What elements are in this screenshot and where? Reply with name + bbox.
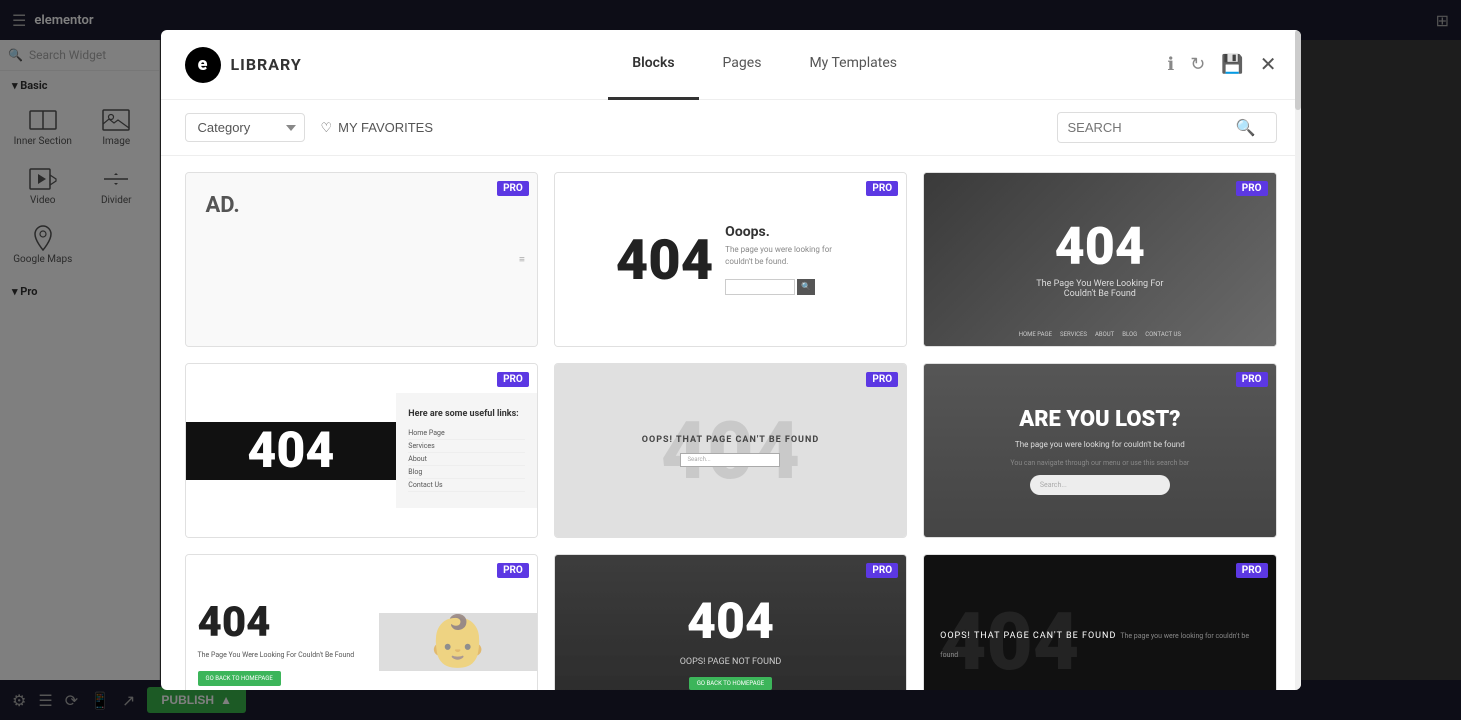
modal-logo: e: [185, 47, 221, 83]
modal-body: Category All 404 About Blog Contact ♡ MY…: [161, 100, 1301, 690]
card7-left: 404 The Page You Were Looking For Couldn…: [186, 582, 379, 691]
card-preview-1: AD. ≡: [186, 173, 537, 346]
library-title: LIBRARY: [231, 55, 302, 74]
card7-number: 404: [198, 598, 367, 647]
card5-content: OOPS! THAT PAGE CAN'T BE FOUND Search...: [642, 435, 819, 467]
card-preview-2: 404 Ooops. The page you were looking for…: [555, 173, 906, 346]
templates-grid: PRO AD. ≡ PRO 404 Ooops. The page you we…: [161, 156, 1301, 690]
modal-header: e LIBRARY Blocks Pages My Templates ℹ ↻ …: [161, 30, 1301, 100]
card4-right: Here are some useful links: Home Page Se…: [396, 393, 537, 508]
close-modal-button[interactable]: ✕: [1260, 55, 1277, 75]
card-preview-3: 404 The Page You Were Looking ForCouldn'…: [924, 173, 1275, 346]
card2-title: Ooops.: [725, 224, 845, 240]
search-box[interactable]: 🔍: [1057, 112, 1277, 143]
ad-icon: ≡: [519, 254, 525, 265]
ad-text: AD.: [206, 193, 240, 218]
card2-search: 🔍: [725, 279, 845, 295]
refresh-icon[interactable]: ↻: [1190, 54, 1205, 75]
card4-left: 404: [186, 422, 397, 480]
heart-icon: ♡: [321, 120, 333, 136]
card4-link-5: Contact Us: [408, 479, 525, 492]
card8-button: GO BACK TO HOMEPAGE: [689, 677, 772, 690]
card-preview-8: 404 OOPS! PAGE NOT FOUND GO BACK TO HOME…: [555, 555, 906, 690]
pro-badge-4: PRO: [497, 372, 529, 387]
card3-number: 404: [1055, 221, 1145, 273]
card7-title: The Page You Were Looking For Couldn't B…: [198, 651, 367, 659]
card7-button: GO BACK TO HOMEPAGE: [198, 671, 281, 686]
card4-number: 404: [247, 422, 334, 480]
card-preview-9: 404 OOPS! THAT PAGE CAN'T BE FOUND The p…: [924, 555, 1275, 690]
card2-input: [725, 279, 795, 295]
pro-badge-9: PRO: [1236, 563, 1268, 578]
template-card-9[interactable]: PRO 404 OOPS! THAT PAGE CAN'T BE FOUND T…: [923, 554, 1276, 690]
card7-image: 👶: [379, 613, 537, 671]
template-card-2[interactable]: PRO 404 Ooops. The page you were looking…: [554, 172, 907, 347]
info-icon[interactable]: ℹ: [1167, 54, 1174, 75]
card2-btn: 🔍: [797, 279, 815, 295]
card6-search: Search...: [1030, 475, 1170, 495]
template-card-6[interactable]: PRO ARE YOU LOST? The page you were look…: [923, 363, 1276, 538]
tab-pages[interactable]: Pages: [699, 30, 786, 100]
card8-title: OOPS! PAGE NOT FOUND: [680, 657, 782, 667]
pro-badge-2: PRO: [866, 181, 898, 196]
modal-scrollbar[interactable]: [1295, 30, 1301, 690]
favorites-label: MY FAVORITES: [338, 120, 433, 135]
category-select[interactable]: Category All 404 About Blog Contact: [185, 113, 305, 142]
scrollbar-thumb: [1295, 30, 1301, 110]
card4-link-3: About: [408, 453, 525, 466]
template-card-8[interactable]: PRO 404 OOPS! PAGE NOT FOUND GO BACK TO …: [554, 554, 907, 690]
modal-tabs: Blocks Pages My Templates: [362, 30, 1168, 100]
pro-badge-8: PRO: [866, 563, 898, 578]
card9-content: OOPS! THAT PAGE CAN'T BE FOUND The page …: [940, 623, 1259, 661]
search-input[interactable]: [1068, 120, 1228, 135]
card6-nav-hint: You can navigate through our menu or use…: [1010, 459, 1189, 467]
card5-search: Search...: [680, 453, 780, 467]
favorites-button[interactable]: ♡ MY FAVORITES: [321, 120, 434, 136]
modal-header-actions: ℹ ↻ 💾 ✕: [1167, 54, 1276, 75]
card-preview-6: ARE YOU LOST? The page you were looking …: [924, 364, 1275, 537]
card2-number: 404: [616, 232, 713, 288]
pro-badge-5: PRO: [866, 372, 898, 387]
library-modal: e LIBRARY Blocks Pages My Templates ℹ ↻ …: [161, 30, 1301, 690]
card6-sub: The page you were looking for couldn't b…: [1015, 440, 1185, 449]
card3-subtitle: The Page You Were Looking ForCouldn't Be…: [1036, 279, 1163, 299]
search-icon: 🔍: [1236, 118, 1256, 137]
pro-badge-1: PRO: [497, 181, 529, 196]
pro-badge-6: PRO: [1236, 372, 1268, 387]
card-preview-7: 404 The Page You Were Looking For Couldn…: [186, 555, 537, 690]
card3-nav: HOME PAGE SERVICES ABOUT BLOG CONTACT US: [924, 331, 1275, 338]
card4-link-4: Blog: [408, 466, 525, 479]
card4-link-1: Home Page: [408, 427, 525, 440]
card9-title: OOPS! THAT PAGE CAN'T BE FOUND: [940, 631, 1116, 641]
card5-title: OOPS! THAT PAGE CAN'T BE FOUND: [642, 435, 819, 445]
template-card-5[interactable]: PRO 404 OOPS! THAT PAGE CAN'T BE FOUND S…: [554, 363, 907, 538]
save-template-icon[interactable]: 💾: [1221, 54, 1243, 75]
card-preview-4: 404 Here are some useful links: Home Pag…: [186, 364, 537, 537]
card6-title: ARE YOU LOST?: [1019, 407, 1180, 432]
filter-bar: Category All 404 About Blog Contact ♡ MY…: [161, 100, 1301, 156]
pro-badge-7: PRO: [497, 563, 529, 578]
card4-right-title: Here are some useful links:: [408, 409, 525, 419]
tab-blocks[interactable]: Blocks: [608, 30, 698, 100]
card8-number: 404: [687, 593, 774, 651]
pro-badge-3: PRO: [1236, 181, 1268, 196]
tab-my-templates[interactable]: My Templates: [785, 30, 921, 100]
card2-desc: The page you were looking for couldn't b…: [725, 244, 845, 266]
template-card-4[interactable]: PRO 404 Here are some useful links: Home…: [185, 363, 538, 538]
card2-right: Ooops. The page you were looking for cou…: [725, 224, 845, 294]
template-card-3[interactable]: PRO 404 The Page You Were Looking ForCou…: [923, 172, 1276, 347]
card-preview-5: 404 OOPS! THAT PAGE CAN'T BE FOUND Searc…: [555, 364, 906, 537]
card4-link-2: Services: [408, 440, 525, 453]
template-card-7[interactable]: PRO 404 The Page You Were Looking For Co…: [185, 554, 538, 690]
template-card-1[interactable]: PRO AD. ≡: [185, 172, 538, 347]
modal-overlay: e LIBRARY Blocks Pages My Templates ℹ ↻ …: [0, 0, 1461, 720]
